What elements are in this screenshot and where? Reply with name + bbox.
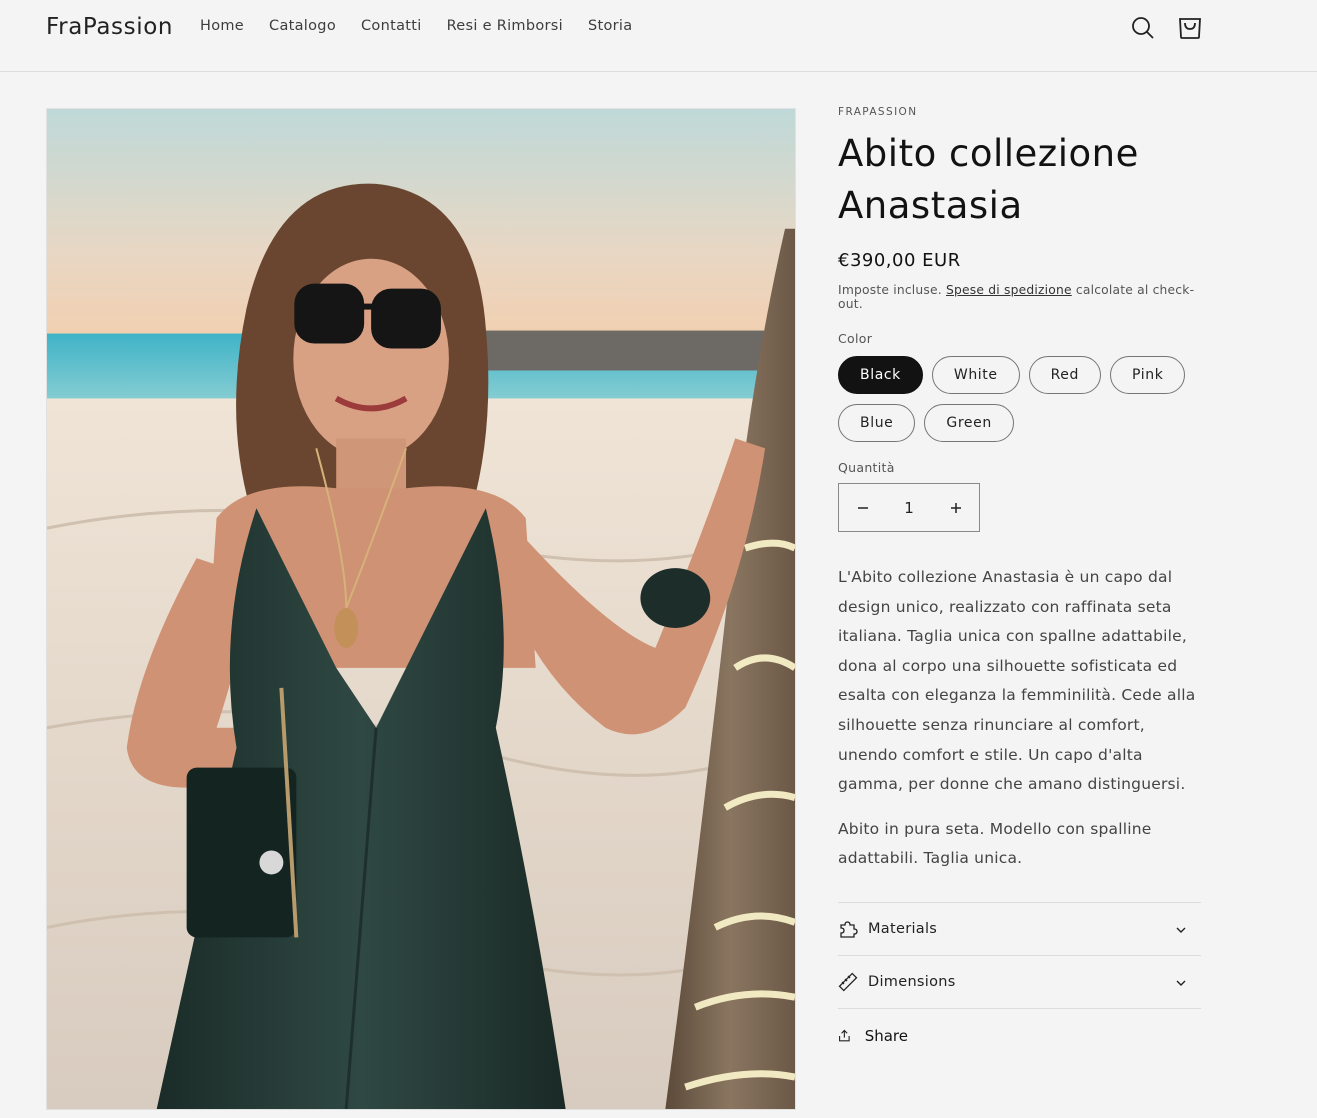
product-description-short: Abito in pura seta. Modello con spalline… (838, 819, 1152, 868)
product-price: €390,00 EUR (838, 250, 961, 271)
nav-contatti[interactable]: Contatti (361, 18, 422, 34)
puzzle-icon (838, 919, 858, 939)
nav-catalogo[interactable]: Catalogo (269, 18, 336, 34)
share-button[interactable]: Share (838, 1027, 908, 1045)
accordion-dimensions-label: Dimensions (868, 973, 956, 990)
color-option-black[interactable]: Black (838, 356, 923, 394)
share-icon (839, 1029, 850, 1042)
accordion-materials[interactable]: Materials (838, 903, 1201, 956)
main-nav: Home Catalogo Contatti Resi e Rimborsi S… (200, 18, 657, 34)
accordion-dimensions[interactable]: Dimensions (838, 956, 1201, 1009)
minus-icon (857, 506, 868, 509)
quantity-label: Quantità (838, 460, 895, 475)
color-label: Color (838, 331, 873, 346)
chevron-down-icon (1176, 980, 1186, 986)
cart-icon (1179, 18, 1201, 39)
accordion-materials-label: Materials (868, 920, 938, 937)
color-option-green[interactable]: Green (924, 404, 1014, 442)
chevron-down-icon (1176, 927, 1186, 933)
color-option-white[interactable]: White (931, 356, 1020, 394)
product-title-line2: Anastasia (838, 184, 1023, 227)
ruler-icon (838, 972, 858, 992)
product-description: L'Abito collezione Anastasia è un capo d… (838, 568, 1196, 794)
product-title-line1: Abito collezione (838, 132, 1139, 175)
product-title: Abito collezione Anastasia (838, 128, 1202, 232)
nav-storia[interactable]: Storia (588, 18, 632, 34)
shipping-link[interactable]: Spese di spedizione (946, 283, 1072, 297)
search-icon (1132, 17, 1154, 39)
product-photo (47, 109, 795, 1109)
color-option-blue[interactable]: Blue (838, 404, 916, 442)
cart-button[interactable] (1174, 12, 1206, 44)
quantity-increase-button[interactable] (932, 484, 979, 531)
color-options: Black White Red Pink Blue Green (838, 356, 1202, 452)
plus-icon (950, 502, 961, 513)
share-label: Share (864, 1026, 908, 1045)
quantity-stepper: 1 (838, 483, 980, 532)
tax-prefix: Imposte incluse. (838, 283, 942, 297)
color-option-pink[interactable]: Pink (1110, 356, 1186, 394)
color-option-red[interactable]: Red (1028, 356, 1102, 394)
product-image[interactable] (46, 108, 796, 1110)
product-info: FRAPASSION Abito collezione Anastasia €3… (838, 106, 1202, 1045)
nav-resi-rimborsi[interactable]: Resi e Rimborsi (447, 18, 563, 34)
product-vendor: FRAPASSION (838, 106, 918, 118)
site-logo[interactable]: FraPassion (46, 14, 173, 40)
search-button[interactable] (1127, 12, 1159, 44)
quantity-decrease-button[interactable] (839, 484, 886, 531)
tax-note: Imposte incluse. Spese di spedizione cal… (838, 283, 1202, 311)
site-header: FraPassion Home Catalogo Contatti Resi e… (0, 0, 1317, 72)
quantity-input[interactable]: 1 (886, 499, 932, 517)
product-accordion: Materials Dimensions (838, 901, 1201, 1009)
nav-home[interactable]: Home (200, 18, 244, 34)
